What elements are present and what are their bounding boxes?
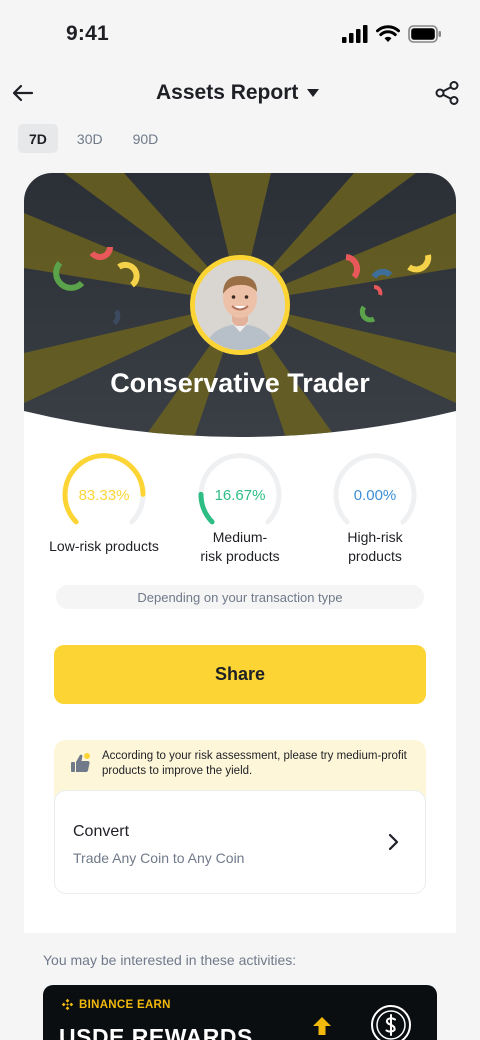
tab-7d[interactable]: 7D	[18, 124, 58, 153]
gauge-high-risk: 0.00% High-risk products	[315, 451, 435, 566]
header: Assets Report	[0, 72, 480, 114]
wifi-icon	[376, 25, 400, 42]
banner-brand-text: BINANCE EARN	[79, 998, 171, 1011]
back-arrow-icon[interactable]	[10, 80, 36, 106]
transaction-type-hint: Depending on your transaction type	[56, 585, 424, 609]
binance-logo-icon	[61, 998, 74, 1011]
share-network-icon[interactable]	[434, 80, 460, 106]
gauge-high-risk-label-1: High-risk	[347, 529, 403, 545]
trader-type-title: Conservative Trader	[110, 368, 370, 398]
share-button[interactable]: Share	[54, 645, 426, 704]
gauge-medium-risk-label-1: Medium-	[212, 529, 268, 545]
avatar	[190, 255, 290, 355]
arrow-up-icon	[313, 1017, 331, 1035]
gauge-low-risk: 83.33% Low-risk products	[44, 451, 164, 556]
period-tabs: 7D 30D 90D	[18, 124, 169, 153]
user-portrait-icon	[195, 260, 285, 350]
battery-icon	[408, 25, 441, 43]
activities-heading: You may be interested in these activitie…	[43, 952, 297, 968]
tab-90d[interactable]: 90D	[122, 124, 170, 153]
dollar-coin-icon	[371, 1005, 411, 1040]
activity-banner[interactable]: BINANCE EARN USDE REWARDS	[43, 985, 437, 1040]
thumbs-up-icon	[71, 753, 90, 772]
gauge-high-risk-value: 0.00%	[353, 487, 397, 504]
page-title: Assets Report	[156, 81, 299, 104]
status-icons	[342, 25, 442, 43]
gauge-medium-risk-label-2: risk products	[200, 548, 280, 564]
risk-gauges: 83.33% Low-risk products 16.67% Medium- …	[24, 451, 456, 571]
cellular-signal-icon	[342, 25, 368, 43]
report-selector[interactable]: Assets Report	[156, 78, 320, 108]
convert-card[interactable]: Convert Trade Any Coin to Any Coin	[54, 790, 426, 894]
advice-text: According to your risk assessment, pleas…	[102, 750, 407, 777]
report-card: Conservative Trader 83.33% Low-risk prod…	[24, 173, 456, 933]
chevron-right-icon	[388, 833, 399, 851]
gauge-low-risk-value: 83.33%	[78, 487, 130, 504]
convert-subtitle: Trade Any Coin to Any Coin	[73, 850, 245, 866]
convert-title: Convert	[73, 823, 130, 840]
gauge-low-risk-label: Low-risk products	[49, 538, 159, 554]
banner-headline: USDE REWARDS	[59, 1024, 253, 1040]
status-time: 9:41	[66, 22, 109, 45]
gauge-medium-risk: 16.67% Medium- risk products	[180, 451, 300, 566]
caret-down-icon	[307, 89, 320, 97]
banner-brand: BINANCE EARN	[61, 998, 171, 1011]
gauge-high-risk-label-2: products	[348, 548, 402, 564]
gauge-medium-risk-value: 16.67%	[214, 487, 266, 504]
tab-30d[interactable]: 30D	[66, 124, 114, 153]
status-bar: 9:41	[0, 0, 480, 72]
advice-panel: According to your risk assessment, pleas…	[54, 740, 426, 894]
